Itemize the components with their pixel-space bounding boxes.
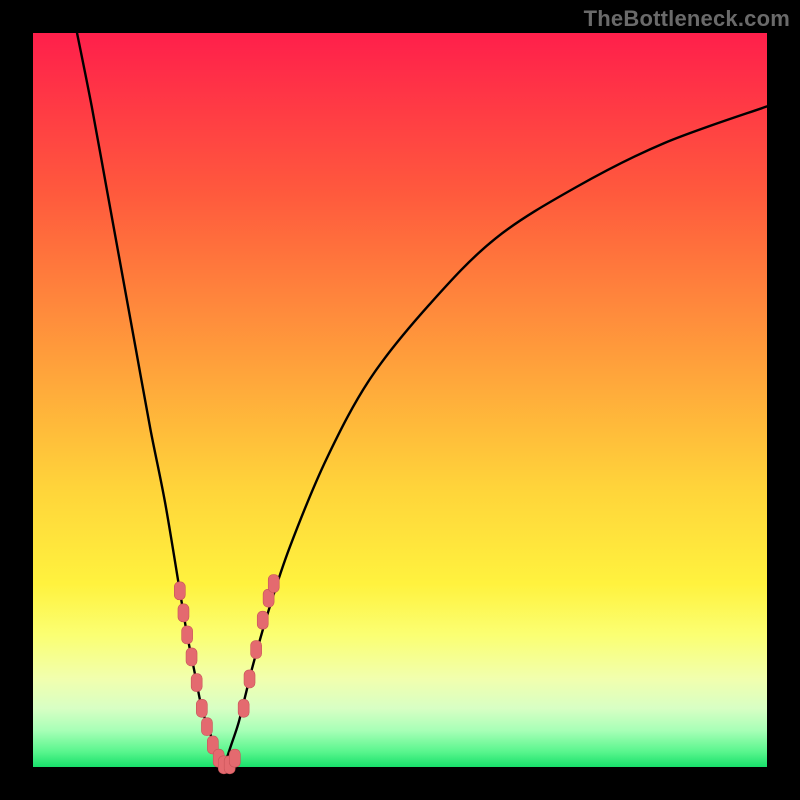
- marker-point: [178, 604, 189, 622]
- marker-point: [174, 582, 185, 600]
- marker-point: [196, 699, 207, 717]
- marker-point: [186, 648, 197, 666]
- marker-point: [229, 749, 240, 767]
- curve-left-branch: [77, 33, 224, 767]
- curve-right-branch: [224, 106, 767, 767]
- marker-point: [238, 699, 249, 717]
- chart-svg: [33, 33, 767, 767]
- marker-group: [174, 575, 279, 774]
- app-frame: TheBottleneck.com: [0, 0, 800, 800]
- marker-point: [191, 674, 202, 692]
- marker-point: [251, 641, 262, 659]
- marker-point: [244, 670, 255, 688]
- watermark-text: TheBottleneck.com: [584, 6, 790, 32]
- marker-point: [201, 718, 212, 736]
- marker-point: [182, 626, 193, 644]
- marker-point: [268, 575, 279, 593]
- marker-point: [257, 611, 268, 629]
